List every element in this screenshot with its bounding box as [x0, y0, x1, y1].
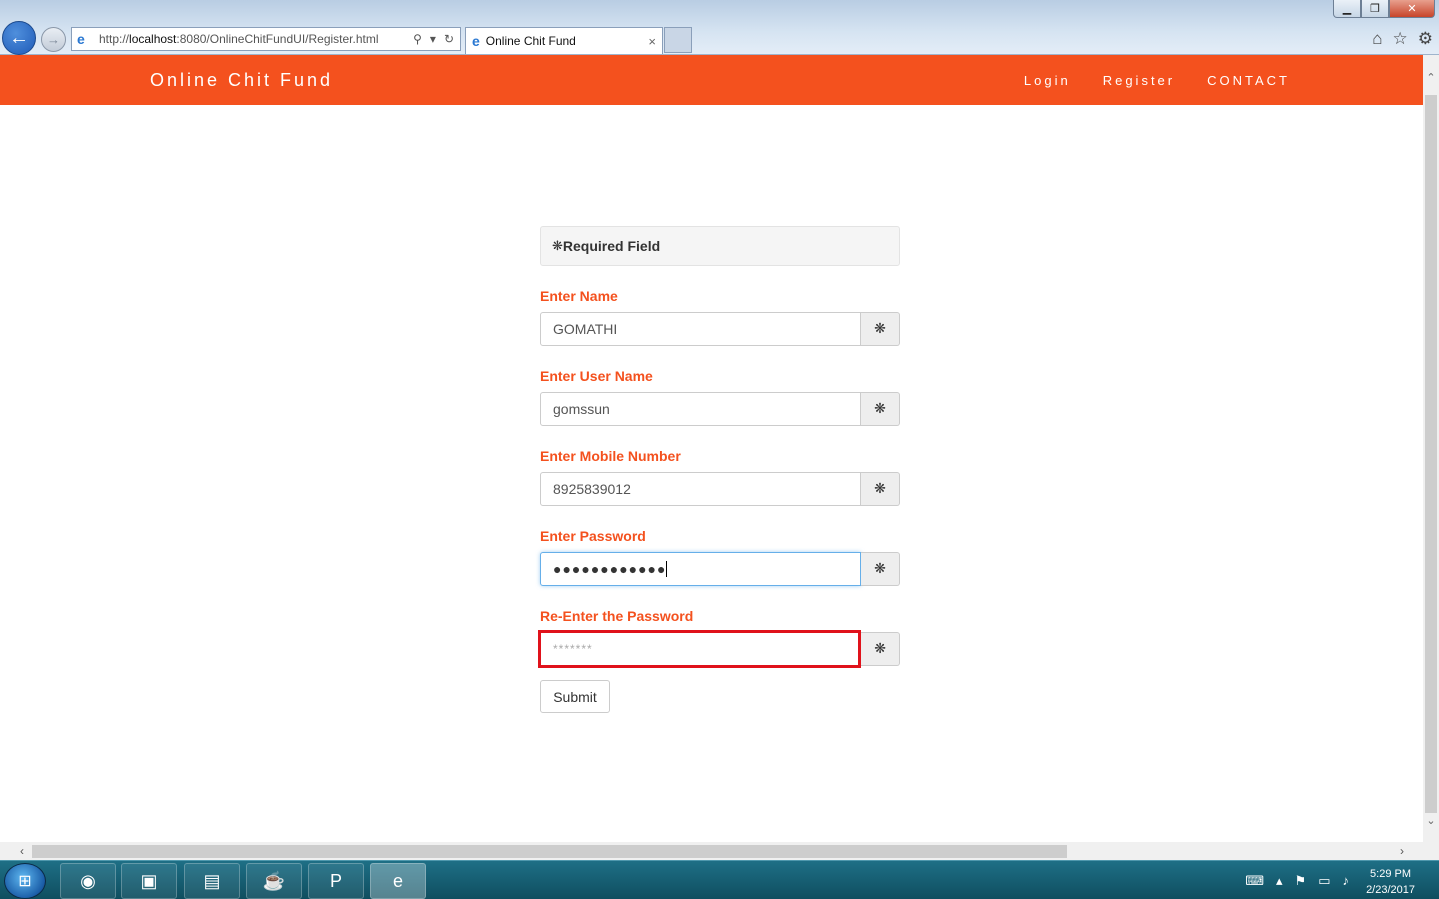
show-hidden-icons-icon[interactable]: ▴ [1276, 873, 1283, 889]
system-tray: ⌨ ▴ ⚑ ▭ ♪ [1245, 873, 1349, 889]
asterisk-icon: ❋ [861, 312, 900, 346]
home-icon[interactable]: ⌂ [1372, 29, 1382, 49]
scrollbar-corner [1423, 842, 1439, 860]
internet-explorer-taskbar-icon[interactable]: e [370, 863, 426, 899]
windows-logo-icon: ⊞ [18, 873, 32, 890]
ie-page-icon: e [77, 31, 85, 47]
clock-time: 5:29 PM [1370, 868, 1412, 880]
browser-chrome: ▁ ❐ ✕ ← → e http://localhost:8080/Online… [0, 0, 1439, 55]
site-brand[interactable]: Online Chit Fund [150, 70, 333, 91]
mobile-input[interactable]: 8925839012 [540, 472, 861, 506]
asterisk-icon: ❋ [861, 552, 900, 586]
system-clock[interactable]: 5:29 PM 2/23/2017 [1366, 866, 1415, 898]
asterisk-icon: ❋ [861, 392, 900, 426]
start-button[interactable]: ⊞ [4, 863, 46, 899]
window-controls: ▁ ❐ ✕ [1333, 0, 1435, 18]
close-icon[interactable]: ✕ [1389, 0, 1435, 18]
horizontal-scrollbar[interactable]: ‹ › [0, 842, 1423, 860]
java-ee-ide-taskbar-icon[interactable]: ☕ [246, 863, 302, 899]
chrome-taskbar-icon[interactable]: ◉ [60, 863, 116, 899]
dropdown-icon[interactable]: ▾ [430, 32, 436, 46]
confirm-password-label: Re-Enter the Password [540, 608, 694, 624]
scroll-down-icon[interactable]: ⌄ [1423, 812, 1439, 828]
network-icon[interactable]: ▭ [1318, 873, 1330, 889]
forward-button[interactable]: → [41, 27, 66, 52]
name-input[interactable]: GOMATHI [540, 312, 861, 346]
new-tab-button[interactable] [664, 27, 692, 53]
arrow-left-icon: ← [9, 26, 29, 49]
remote-desktop-taskbar-icon[interactable]: ▣ [121, 863, 177, 899]
confirm-password-input[interactable]: ******* [538, 630, 862, 668]
asterisk-icon: ❋ [861, 472, 900, 506]
settings-gear-icon[interactable]: ⚙ [1418, 29, 1433, 49]
asterisk-icon: ❋ [552, 238, 563, 254]
page-viewport: Online Chit Fund Login Register CONTACT … [0, 55, 1423, 842]
password-input[interactable]: ●●●●●●●●●●●● [540, 552, 861, 586]
powerpoint-taskbar-icon[interactable]: P [308, 863, 364, 899]
nav-menu: Login Register CONTACT [1024, 73, 1290, 88]
tab-close-icon[interactable]: × [648, 34, 656, 49]
clock-date: 2/23/2017 [1366, 884, 1415, 896]
mobile-input-group: 8925839012 ❋ [540, 472, 900, 506]
name-label: Enter Name [540, 288, 618, 304]
name-input-group: GOMATHI ❋ [540, 312, 900, 346]
password-label: Enter Password [540, 528, 646, 544]
username-input[interactable]: gomssun [540, 392, 861, 426]
submit-button[interactable]: Submit [540, 680, 610, 713]
register-form: ❋ Required Field Enter Name GOMATHI ❋ En… [538, 226, 900, 713]
scroll-right-icon[interactable]: › [1394, 842, 1410, 860]
username-label: Enter User Name [540, 368, 653, 384]
site-navbar: Online Chit Fund Login Register CONTACT [0, 55, 1423, 105]
scroll-left-icon[interactable]: ‹ [14, 842, 30, 860]
volume-icon[interactable]: ♪ [1343, 873, 1350, 889]
windows-taskbar: ⊞ ◉ ▣ ▤ ☕ P e ⌨ ▴ ⚑ ▭ ♪ 5:29 PM 2/23/201… [0, 860, 1439, 899]
required-field-text: Required Field [562, 238, 661, 254]
address-url[interactable]: http://localhost:8080/OnlineChitFundUI/R… [99, 32, 413, 46]
horizontal-scroll-thumb[interactable] [32, 845, 1067, 858]
back-button[interactable]: ← [2, 21, 36, 55]
address-bar[interactable]: e http://localhost:8080/OnlineChitFundUI… [71, 27, 461, 51]
favorites-star-icon[interactable]: ☆ [1393, 29, 1408, 49]
nav-register-link[interactable]: Register [1103, 73, 1175, 88]
scroll-up-icon[interactable]: ⌃ [1423, 69, 1439, 85]
nav-contact-link[interactable]: CONTACT [1207, 73, 1290, 88]
restore-icon[interactable]: ❐ [1361, 0, 1389, 18]
nav-login-link[interactable]: Login [1024, 73, 1071, 88]
action-center-flag-icon[interactable]: ⚑ [1295, 873, 1307, 889]
ie-tab-icon: e [472, 33, 480, 49]
arrow-right-icon: → [47, 32, 60, 47]
tab-title: Online Chit Fund [485, 34, 576, 48]
required-field-note: ❋ Required Field [540, 226, 900, 266]
vertical-scroll-thumb[interactable] [1425, 95, 1437, 813]
password-masked-value: ●●●●●●●●●●●● [553, 561, 667, 577]
password-input-group: ●●●●●●●●●●●● ❋ [540, 552, 900, 586]
confirm-password-input-group: ******* ❋ [538, 630, 900, 668]
text-cursor [666, 561, 668, 577]
vertical-scrollbar[interactable]: ⌃ ⌄ [1423, 55, 1439, 842]
asterisk-icon: ❋ [861, 632, 900, 666]
tab-online-chit-fund[interactable]: e Online Chit Fund × [465, 27, 663, 54]
file-explorer-taskbar-icon[interactable]: ▤ [184, 863, 240, 899]
keyboard-icon[interactable]: ⌨ [1245, 873, 1264, 889]
minimize-icon[interactable]: ▁ [1333, 0, 1361, 18]
search-icon[interactable]: ⚲ [413, 32, 422, 46]
refresh-icon[interactable]: ↻ [444, 32, 454, 46]
mobile-label: Enter Mobile Number [540, 448, 681, 464]
username-input-group: gomssun ❋ [540, 392, 900, 426]
